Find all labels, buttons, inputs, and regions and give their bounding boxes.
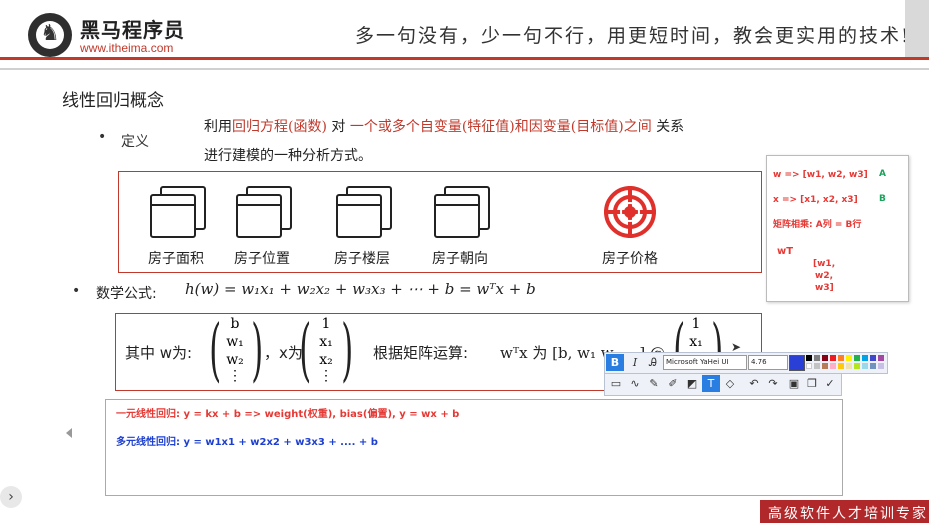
horse-logo-icon: ♞ — [40, 21, 60, 46]
feature-label: 房子朝向 — [432, 251, 488, 267]
side-vec-2: w2, — [815, 271, 833, 281]
header-divider-gray — [0, 68, 929, 70]
undo-icon[interactable]: ↶ — [745, 375, 763, 392]
side-vec-1: [w1, — [813, 259, 836, 269]
font-family-select[interactable]: Microsoft YaHei UI — [663, 355, 747, 370]
note-line-1: 一元线性回归: y = kx + b => weight(权重), bias(偏… — [116, 409, 460, 420]
feature-label: 房子面积 — [148, 251, 204, 267]
line-tool-icon[interactable]: ∿ — [626, 375, 644, 392]
eraser-tool-icon[interactable]: ◇ — [721, 375, 739, 392]
side-x-tag: B — [879, 194, 886, 204]
slide-title: 线性回归概念 — [62, 91, 164, 111]
slide: ♞ 黑马程序员 www.itheima.com 多一句没有，少一句不行，用更短时… — [0, 0, 929, 523]
font-size-select[interactable]: 4.76 — [748, 355, 788, 370]
bullet-dot: • — [72, 283, 81, 299]
vec-cell: b — [230, 316, 240, 332]
x-vector: 1 x₁ x₂ ⋮ — [314, 317, 338, 383]
feature-item: 房子面积 — [131, 186, 221, 268]
bold-button[interactable]: B — [606, 354, 624, 371]
redo-icon[interactable]: ↷ — [764, 375, 782, 392]
matrix-prefix: 其中 w为: — [125, 344, 193, 362]
paren-left: ( — [209, 313, 222, 390]
matrix-op-label: 根据矩阵运算: — [373, 344, 469, 362]
header-divider — [0, 57, 929, 60]
feature-item: 房子朝向 — [415, 186, 505, 268]
window-icon — [234, 186, 292, 238]
collapse-arrow-icon[interactable] — [66, 428, 72, 438]
footer-banner: 高级软件人才培训专家 — [760, 500, 929, 523]
w-vector: b w₁ w₂ ⋮ — [222, 317, 248, 383]
side-matrix-rule: 矩阵相乘: A列 = B行 — [773, 220, 862, 230]
footer-tagline: 高级软件人才培训专家 — [768, 506, 928, 522]
window-icon — [432, 186, 490, 238]
def-suffix: 关系 — [651, 119, 685, 135]
def-mid: 对 — [326, 119, 350, 135]
note-line-2: 多元线性回归: y = w1x1 + w2x2 + w3x3 + .... + … — [116, 437, 378, 448]
header: ♞ 黑马程序员 www.itheima.com 多一句没有，少一句不行，用更短时… — [0, 0, 929, 58]
vec-cell: w₁ — [226, 334, 244, 350]
feature-item: 房子位置 — [217, 186, 307, 268]
brand-name: 黑马程序员 — [80, 18, 185, 42]
mouse-cursor-icon: ➤ — [731, 340, 742, 354]
italic-button[interactable]: I — [626, 354, 644, 371]
confirm-check-icon[interactable]: ✓ — [821, 375, 839, 392]
annotation-note-box[interactable]: 一元线性回归: y = kx + b => weight(权重), bias(偏… — [105, 399, 843, 496]
text-format-toolbar: B I Ꭿ Microsoft YaHei UI 4.76 — [604, 352, 888, 374]
window-edge — [905, 0, 929, 60]
feature-item-target: 房子价格 — [585, 186, 675, 268]
paren-right: ) — [251, 313, 264, 390]
feature-label: 房子位置 — [234, 251, 290, 267]
vec-cell: 1 — [691, 316, 701, 332]
font-effect-icon[interactable]: Ꭿ — [644, 354, 662, 371]
def-term-1: 回归方程(函数) — [232, 119, 327, 135]
definition-label: 定义 — [121, 134, 149, 150]
paren-left: ( — [299, 313, 312, 390]
vec-cell: 1 — [321, 316, 331, 332]
window-icon — [148, 186, 206, 238]
prev-slide-button[interactable]: › — [0, 486, 22, 508]
current-color-swatch[interactable] — [789, 355, 805, 371]
feature-box: 房子面积 房子位置 房子楼层 房子朝向 房子价格 — [118, 171, 762, 273]
formula-label: 数学公式: — [96, 286, 157, 302]
drawing-toolbar: ▭ ∿ ✎ ✐ ◩ T ◇ ↶ ↷ ▣ ❐ ✓ — [604, 373, 842, 396]
paren-right: ) — [341, 313, 354, 390]
side-w-line: w => [w1, w2, w3] — [773, 170, 868, 180]
tail-vector: 1 x₁ — [684, 317, 708, 349]
rectangle-tool-icon[interactable]: ▭ — [607, 375, 625, 392]
vec-cell: x₂ — [319, 352, 333, 368]
slogan: 多一句没有，少一句不行，用更短时间，教会更实用的技术! — [355, 25, 911, 47]
formula-expression: h(w) = w₁x₁ + w₂x₂ + w₃x₃ + ⋯ + b = wᵀx … — [185, 280, 536, 298]
side-x-line: x => [x1, x2, x3] — [773, 195, 858, 205]
def-term-2: 一个或多个自变量(特征值)和因变量(目标值)之间 — [349, 119, 652, 135]
feature-label: 房子价格 — [602, 251, 658, 267]
side-note-box[interactable]: w => [w1, w2, w3] A x => [x1, x2, x3] B … — [766, 155, 909, 302]
feature-label: 房子楼层 — [334, 251, 390, 267]
target-icon — [602, 186, 658, 238]
definition-line-2: 进行建模的一种分析方式。 — [204, 148, 372, 164]
window-icon — [334, 186, 392, 238]
vec-cell: x₁ — [319, 334, 333, 350]
definition-line-1: 利用回归方程(函数) 对 一个或多个自变量(特征值)和因变量(目标值)之间 关系 — [204, 116, 684, 136]
vec-cell: ⋮ — [228, 368, 242, 384]
x-prefix: ，x为 — [264, 344, 303, 362]
pen-tool-icon[interactable]: ✎ — [645, 375, 663, 392]
color-palette[interactable] — [806, 355, 884, 370]
save-icon[interactable]: ▣ — [785, 375, 803, 392]
text-tool-button[interactable]: T — [702, 375, 720, 392]
side-wt: wT — [777, 246, 794, 257]
copy-icon[interactable]: ❐ — [803, 375, 821, 392]
bullet-dot: • — [98, 129, 107, 145]
feature-item: 房子楼层 — [317, 186, 407, 268]
vec-cell: w₂ — [226, 352, 244, 368]
marker-tool-icon[interactable]: ✐ — [664, 375, 682, 392]
vec-cell: ⋮ — [319, 368, 333, 384]
def-prefix: 利用 — [204, 119, 232, 135]
side-vec-3: w3] — [815, 283, 834, 293]
mosaic-tool-icon[interactable]: ◩ — [683, 375, 701, 392]
side-w-tag: A — [879, 169, 886, 179]
site-url: www.itheima.com — [80, 41, 174, 55]
vec-cell: x₁ — [689, 334, 703, 350]
